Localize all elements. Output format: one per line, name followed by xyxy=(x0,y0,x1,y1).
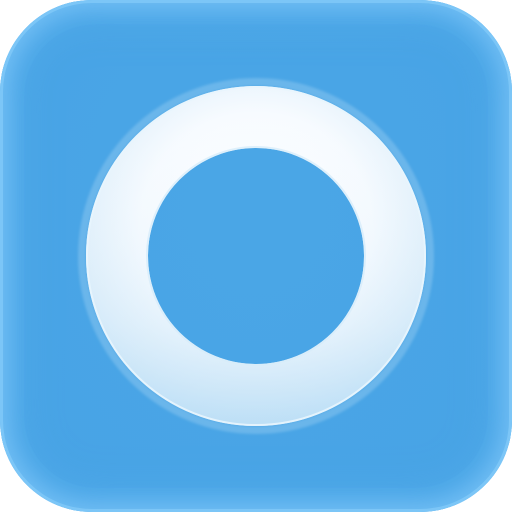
circle-ring-icon xyxy=(78,78,434,434)
stage xyxy=(0,0,512,512)
ring-inner-edge xyxy=(146,146,366,366)
